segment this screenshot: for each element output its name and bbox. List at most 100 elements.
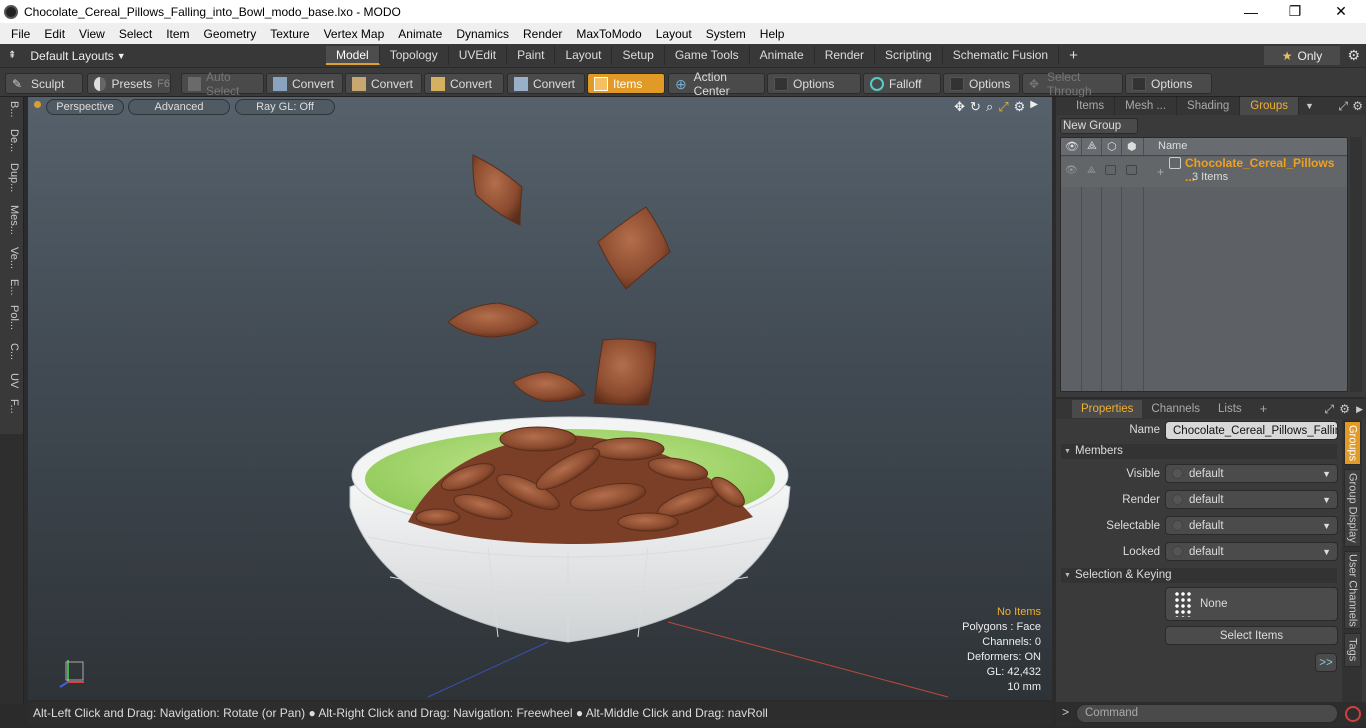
- side-tab-groups[interactable]: Groups: [1344, 421, 1361, 465]
- groups-scrollbar[interactable]: [1350, 137, 1362, 392]
- new-group-button[interactable]: New Group: [1060, 118, 1138, 134]
- side-tab-tags[interactable]: Tags: [1344, 633, 1361, 667]
- add-tab-button[interactable]: +: [1251, 400, 1277, 418]
- more-button[interactable]: >>: [1315, 653, 1337, 672]
- selectable-dropdown[interactable]: default ▼: [1165, 516, 1338, 535]
- strip-tab-curve[interactable]: C...: [4, 343, 20, 360]
- convert-button-3[interactable]: Convert: [424, 73, 504, 94]
- maximize-button[interactable]: ❐: [1272, 0, 1318, 23]
- menu-dynamics[interactable]: Dynamics: [449, 27, 516, 41]
- command-input[interactable]: Command: [1076, 704, 1338, 723]
- menu-view[interactable]: View: [72, 27, 112, 41]
- menu-system[interactable]: System: [699, 27, 753, 41]
- row-render-icon[interactable]: ⟁: [1087, 165, 1096, 176]
- tab-topology[interactable]: Topology: [380, 46, 449, 65]
- 3d-viewport[interactable]: Perspective Advanced Ray GL: Off ✥ ↻ ⌕ ⤢…: [28, 97, 1052, 700]
- menu-layout[interactable]: Layout: [649, 27, 699, 41]
- render-icon[interactable]: ⟁: [1087, 140, 1097, 153]
- group-row[interactable]: 👁 ⟁ + Chocolate_Cereal_Pillows ... 3 Ite…: [1061, 156, 1347, 187]
- selection-keying-section[interactable]: Selection & Keying: [1061, 568, 1337, 583]
- presets-button[interactable]: Presets F6: [87, 73, 171, 94]
- strip-tab-mesh-edit[interactable]: Mes...: [4, 205, 20, 235]
- lock-icon[interactable]: ⬡: [1107, 140, 1117, 153]
- tab-paint[interactable]: Paint: [507, 46, 556, 65]
- tab-lists[interactable]: Lists: [1209, 400, 1251, 418]
- menu-render[interactable]: Render: [516, 27, 569, 41]
- menu-select[interactable]: Select: [112, 27, 159, 41]
- group-name-input[interactable]: Chocolate_Cereal_Pillows_Falling_: [1165, 421, 1338, 440]
- panel-gear-icon[interactable]: ⚙: [1352, 99, 1363, 113]
- default-layouts-dropdown[interactable]: ⇞ Default Layouts ▼: [0, 49, 160, 63]
- strip-tab-uv[interactable]: UV: [4, 373, 20, 388]
- gear-icon[interactable]: ⚙: [1347, 47, 1360, 64]
- tab-animate[interactable]: Animate: [750, 46, 815, 65]
- tab-channels[interactable]: Channels: [1142, 400, 1209, 418]
- auto-select-button[interactable]: Auto Select: [181, 70, 264, 98]
- menu-maxtomodo[interactable]: MaxToModo: [569, 27, 648, 41]
- visible-dropdown[interactable]: default ▼: [1165, 464, 1338, 483]
- tab-uvedit[interactable]: UVEdit: [449, 46, 508, 65]
- panel-menu-icon[interactable]: ▶: [1356, 404, 1363, 415]
- menu-item[interactable]: Item: [159, 27, 196, 41]
- menu-geometry[interactable]: Geometry: [197, 27, 264, 41]
- members-section[interactable]: Members: [1061, 444, 1337, 459]
- tab-setup[interactable]: Setup: [612, 46, 665, 65]
- menu-animate[interactable]: Animate: [391, 27, 449, 41]
- render-dropdown[interactable]: default ▼: [1165, 490, 1338, 509]
- tab-render[interactable]: Render: [815, 46, 876, 65]
- menu-edit[interactable]: Edit: [37, 27, 72, 41]
- select-through-button[interactable]: ✥ Select Through: [1022, 70, 1123, 98]
- tab-properties[interactable]: Properties: [1072, 400, 1143, 418]
- select-items-button[interactable]: Select Items: [1165, 626, 1338, 645]
- options-button-1[interactable]: Options: [767, 73, 861, 94]
- side-tab-group-display[interactable]: Group Display: [1344, 469, 1361, 547]
- close-button[interactable]: ✕: [1318, 0, 1364, 23]
- expand-panel-icon[interactable]: ⤢: [1338, 99, 1348, 114]
- strip-tab-basic[interactable]: B...: [4, 101, 20, 118]
- sculpt-button[interactable]: ✎ Sculpt: [5, 73, 83, 94]
- strip-tab-polygon[interactable]: Pol...: [4, 305, 20, 330]
- side-tab-user-channels[interactable]: User Channels: [1344, 551, 1361, 629]
- visibility-eye-icon[interactable]: 👁: [1065, 140, 1079, 153]
- tab-game-tools[interactable]: Game Tools: [665, 46, 750, 65]
- minimize-button[interactable]: —: [1228, 0, 1274, 23]
- row-lock-checkbox[interactable]: [1105, 165, 1116, 175]
- falloff-button[interactable]: Falloff: [863, 73, 941, 94]
- only-toggle[interactable]: ★ Only: [1264, 46, 1340, 65]
- tab-mesh[interactable]: Mesh ...: [1115, 97, 1178, 115]
- row-select-checkbox[interactable]: [1126, 165, 1137, 175]
- locked-dropdown[interactable]: default ▼: [1165, 542, 1338, 561]
- options-button-2[interactable]: Options: [943, 73, 1020, 94]
- panel-gear-icon[interactable]: ⚙: [1339, 402, 1350, 416]
- strip-tab-edge[interactable]: E...: [4, 279, 20, 296]
- row-eye-icon[interactable]: 👁: [1065, 165, 1078, 176]
- tabs-dropdown-icon[interactable]: ▼: [1305, 101, 1314, 111]
- tab-shading[interactable]: Shading: [1177, 97, 1241, 115]
- convert-button-4[interactable]: Convert: [507, 73, 585, 94]
- tab-model[interactable]: Model: [326, 46, 380, 65]
- tab-layout[interactable]: Layout: [555, 46, 613, 65]
- tab-groups[interactable]: Groups: [1240, 97, 1299, 115]
- menu-help[interactable]: Help: [753, 27, 792, 41]
- expand-panel-icon[interactable]: ⤢: [1324, 402, 1334, 417]
- convert-button-1[interactable]: Convert: [266, 73, 343, 94]
- menu-file[interactable]: File: [4, 27, 37, 41]
- strip-tab-deform[interactable]: De...: [4, 129, 20, 152]
- tab-schematic-fusion[interactable]: Schematic Fusion: [943, 46, 1060, 65]
- expand-plus-icon[interactable]: +: [1157, 165, 1164, 179]
- tab-scripting[interactable]: Scripting: [875, 46, 943, 65]
- select-icon[interactable]: ⬢: [1127, 140, 1137, 153]
- none-button[interactable]: None: [1165, 587, 1338, 621]
- strip-tab-duplicate[interactable]: Dup...: [4, 163, 20, 192]
- action-center-button[interactable]: ⊕ Action Center: [668, 70, 765, 98]
- strip-tab-vertex[interactable]: Ve...: [4, 247, 20, 269]
- convert-button-2[interactable]: Convert: [345, 73, 422, 94]
- tab-items[interactable]: Items: [1066, 97, 1116, 115]
- name-column-header[interactable]: Name: [1158, 140, 1187, 152]
- strip-tab-fusion[interactable]: F...: [4, 399, 20, 414]
- menu-vertex-map[interactable]: Vertex Map: [317, 27, 392, 41]
- menu-texture[interactable]: Texture: [263, 27, 316, 41]
- items-mode-button[interactable]: Items: [587, 73, 665, 94]
- record-macro-icon[interactable]: [1345, 706, 1361, 722]
- add-tab-button[interactable]: +: [1059, 46, 1088, 65]
